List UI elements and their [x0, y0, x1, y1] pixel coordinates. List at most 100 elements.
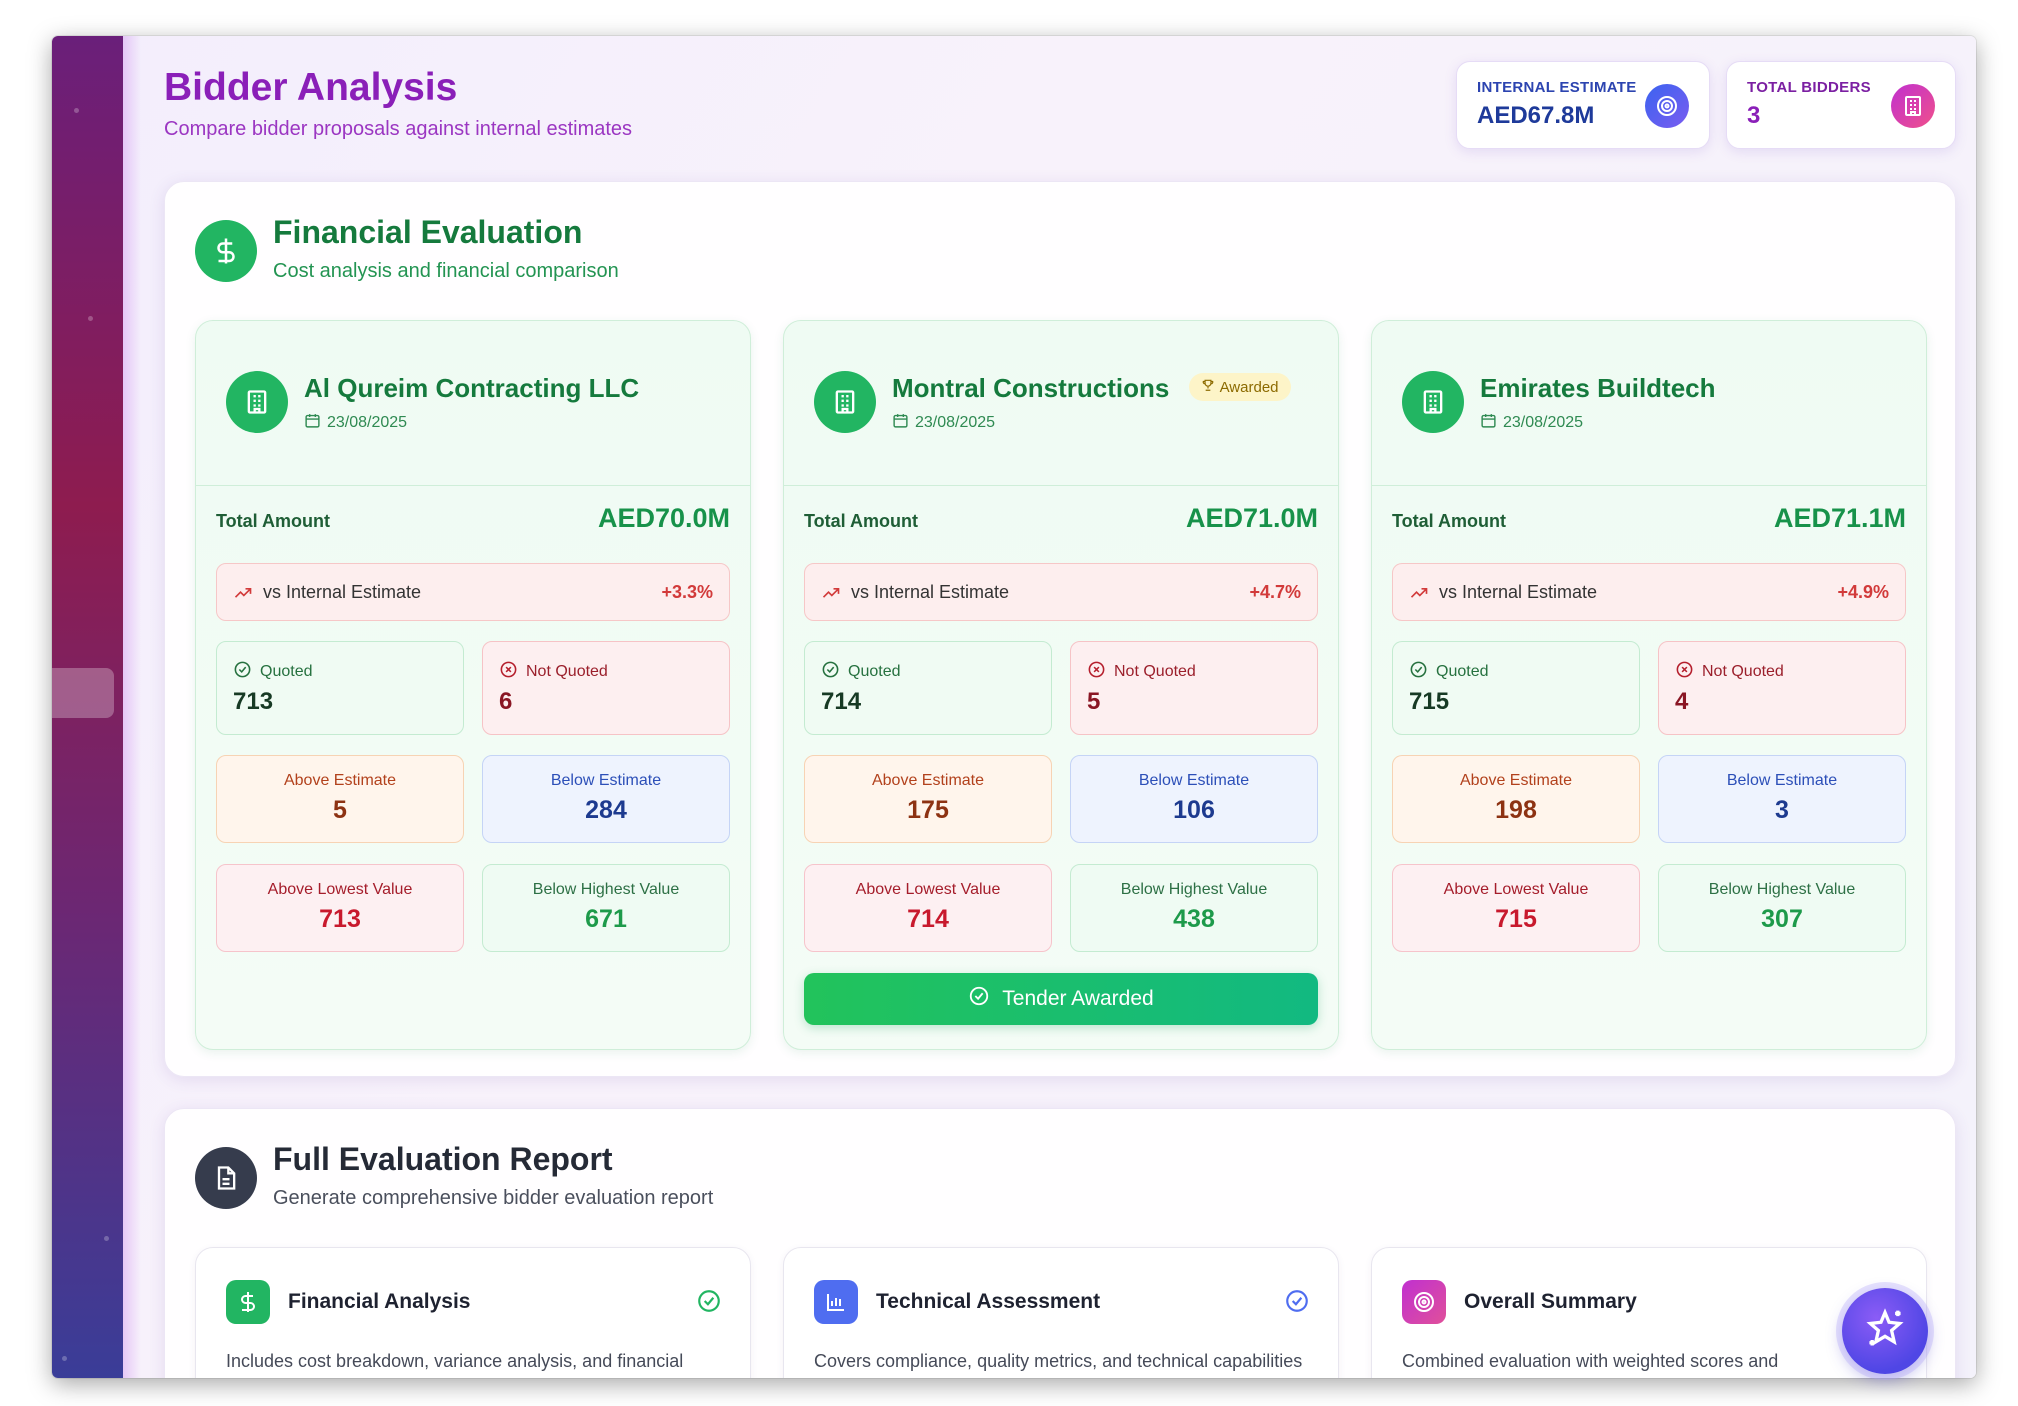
vs-label: vs Internal Estimate	[263, 582, 422, 602]
report-option-card[interactable]: Technical Assessment Covers compliance, …	[783, 1247, 1339, 1378]
sidebar-dot	[88, 316, 93, 321]
variance-value: +4.9%	[1837, 582, 1889, 602]
tender-awarded-button[interactable]: Tender Awarded	[804, 973, 1318, 1025]
report-option-description: Combined evaluation with weighted scores…	[1402, 1351, 1779, 1378]
sidebar-item-active[interactable]	[52, 668, 114, 718]
bidder-card: Al Qureim Contracting LLC 23/08/2025 Tot…	[195, 320, 751, 1050]
above-estimate-value: 175	[907, 796, 949, 824]
bidder-name-row: Montral Constructions Awarded	[892, 373, 1291, 404]
trending-up-icon	[233, 583, 253, 608]
divider	[784, 485, 1338, 486]
x-circle-icon	[1087, 660, 1106, 684]
sidebar	[52, 36, 141, 1378]
financial-section-subtitle: Cost analysis and financial comparison	[273, 260, 619, 282]
not-quoted-label: Not Quoted	[1087, 660, 1196, 684]
report-option-card[interactable]: Financial Analysis Includes cost breakdo…	[195, 1247, 751, 1378]
above-estimate-label: Above Estimate	[1459, 772, 1573, 789]
not-quoted-box: Not Quoted 4	[1658, 641, 1906, 735]
above-estimate-value: 5	[333, 796, 347, 824]
below-highest-label: Below Highest Value	[1120, 881, 1268, 898]
above-estimate-box: Above Estimate 5	[216, 755, 464, 843]
below-estimate-label: Below Estimate	[550, 772, 662, 789]
above-lowest-value: 713	[319, 905, 361, 933]
page-subtitle: Compare bidder proposals against interna…	[164, 118, 633, 140]
bidder-date: 23/08/2025	[304, 412, 407, 434]
total-amount-value: AED71.1M	[1773, 503, 1906, 533]
total-bidders-value: 3	[1747, 102, 1761, 129]
vs-internal-estimate: vs Internal Estimate +4.9%	[1392, 563, 1906, 621]
below-highest-box: Below Highest Value 671	[482, 864, 730, 952]
above-lowest-value: 715	[1495, 905, 1537, 933]
vs-label: vs Internal Estimate	[1439, 582, 1598, 602]
calendar-icon	[304, 412, 321, 434]
not-quoted-value: 4	[1675, 688, 1689, 715]
internal-estimate-value: AED67.8M	[1477, 102, 1595, 129]
variance-value: +4.7%	[1249, 582, 1301, 602]
above-lowest-label: Above Lowest Value	[855, 881, 1001, 898]
trophy-icon	[1201, 378, 1215, 396]
calendar-icon	[892, 412, 909, 434]
above-estimate-value: 198	[1495, 796, 1537, 824]
below-highest-label: Below Highest Value	[1708, 881, 1856, 898]
report-option-title: Financial Analysis	[288, 1290, 471, 1313]
above-lowest-value: 714	[907, 905, 949, 933]
not-quoted-label: Not Quoted	[499, 660, 608, 684]
check-circle-icon[interactable]	[696, 1288, 722, 1319]
below-estimate-label: Below Estimate	[1138, 772, 1250, 789]
not-quoted-box: Not Quoted 6	[482, 641, 730, 735]
not-quoted-label: Not Quoted	[1675, 660, 1784, 684]
check-circle-icon[interactable]	[1284, 1288, 1310, 1319]
ai-assistant-button[interactable]	[1842, 1288, 1928, 1374]
quoted-label: Quoted	[1409, 660, 1488, 684]
above-lowest-label: Above Lowest Value	[267, 881, 413, 898]
total-amount-label: Total Amount	[804, 511, 918, 531]
above-estimate-label: Above Estimate	[871, 772, 985, 789]
quoted-label: Quoted	[233, 660, 312, 684]
above-estimate-label: Above Estimate	[283, 772, 397, 789]
building-icon	[226, 371, 288, 433]
above-lowest-label: Above Lowest Value	[1443, 881, 1589, 898]
building-icon	[1402, 371, 1464, 433]
above-lowest-box: Above Lowest Value 715	[1392, 864, 1640, 952]
below-estimate-box: Below Estimate 3	[1658, 755, 1906, 843]
trending-up-icon	[821, 583, 841, 608]
building-icon	[1891, 84, 1935, 128]
quoted-box: Quoted 714	[804, 641, 1052, 735]
total-amount-label: Total Amount	[216, 511, 330, 531]
internal-estimate-label: INTERNAL ESTIMATE	[1477, 79, 1637, 96]
below-estimate-box: Below Estimate 284	[482, 755, 730, 843]
calendar-icon	[1480, 412, 1497, 434]
sidebar-dot	[62, 1356, 67, 1361]
vs-label: vs Internal Estimate	[851, 582, 1010, 602]
below-estimate-box: Below Estimate 106	[1070, 755, 1318, 843]
x-circle-icon	[499, 660, 518, 684]
total-bidders-label: TOTAL BIDDERS	[1747, 79, 1871, 96]
report-option-title: Overall Summary	[1464, 1290, 1637, 1313]
bidder-date-text: 23/08/2025	[327, 414, 408, 431]
bidder-date-text: 23/08/2025	[915, 414, 996, 431]
below-estimate-label: Below Estimate	[1726, 772, 1838, 789]
above-estimate-box: Above Estimate 198	[1392, 755, 1640, 843]
report-option-description: Includes cost breakdown, variance analys…	[226, 1351, 684, 1378]
app-window: Bidder Analysis Compare bidder proposals…	[52, 36, 1976, 1378]
quoted-value: 715	[1409, 688, 1450, 715]
building-icon	[814, 371, 876, 433]
dollar-icon	[195, 220, 257, 282]
bidder-date: 23/08/2025	[1480, 412, 1583, 434]
bar-chart-icon	[814, 1280, 858, 1324]
below-highest-value: 307	[1761, 905, 1803, 933]
total-amount-value: AED70.0M	[597, 503, 730, 533]
variance-value: +3.3%	[661, 582, 713, 602]
vs-internal-estimate: vs Internal Estimate +4.7%	[804, 563, 1318, 621]
financial-evaluation-section: Financial Evaluation Cost analysis and f…	[164, 181, 1956, 1077]
trending-up-icon	[1409, 583, 1429, 608]
below-estimate-value: 3	[1775, 796, 1789, 824]
below-highest-box: Below Highest Value 307	[1658, 864, 1906, 952]
bidder-card: Emirates Buildtech 23/08/2025 Total Amou…	[1371, 320, 1927, 1050]
financial-section-title: Financial Evaluation	[273, 214, 583, 250]
tender-awarded-label: Tender Awarded	[1002, 987, 1154, 1010]
below-highest-label: Below Highest Value	[532, 881, 680, 898]
not-quoted-box: Not Quoted 5	[1070, 641, 1318, 735]
report-option-card[interactable]: Overall Summary Combined evaluation with…	[1371, 1247, 1927, 1378]
check-circle-icon	[1409, 660, 1428, 684]
